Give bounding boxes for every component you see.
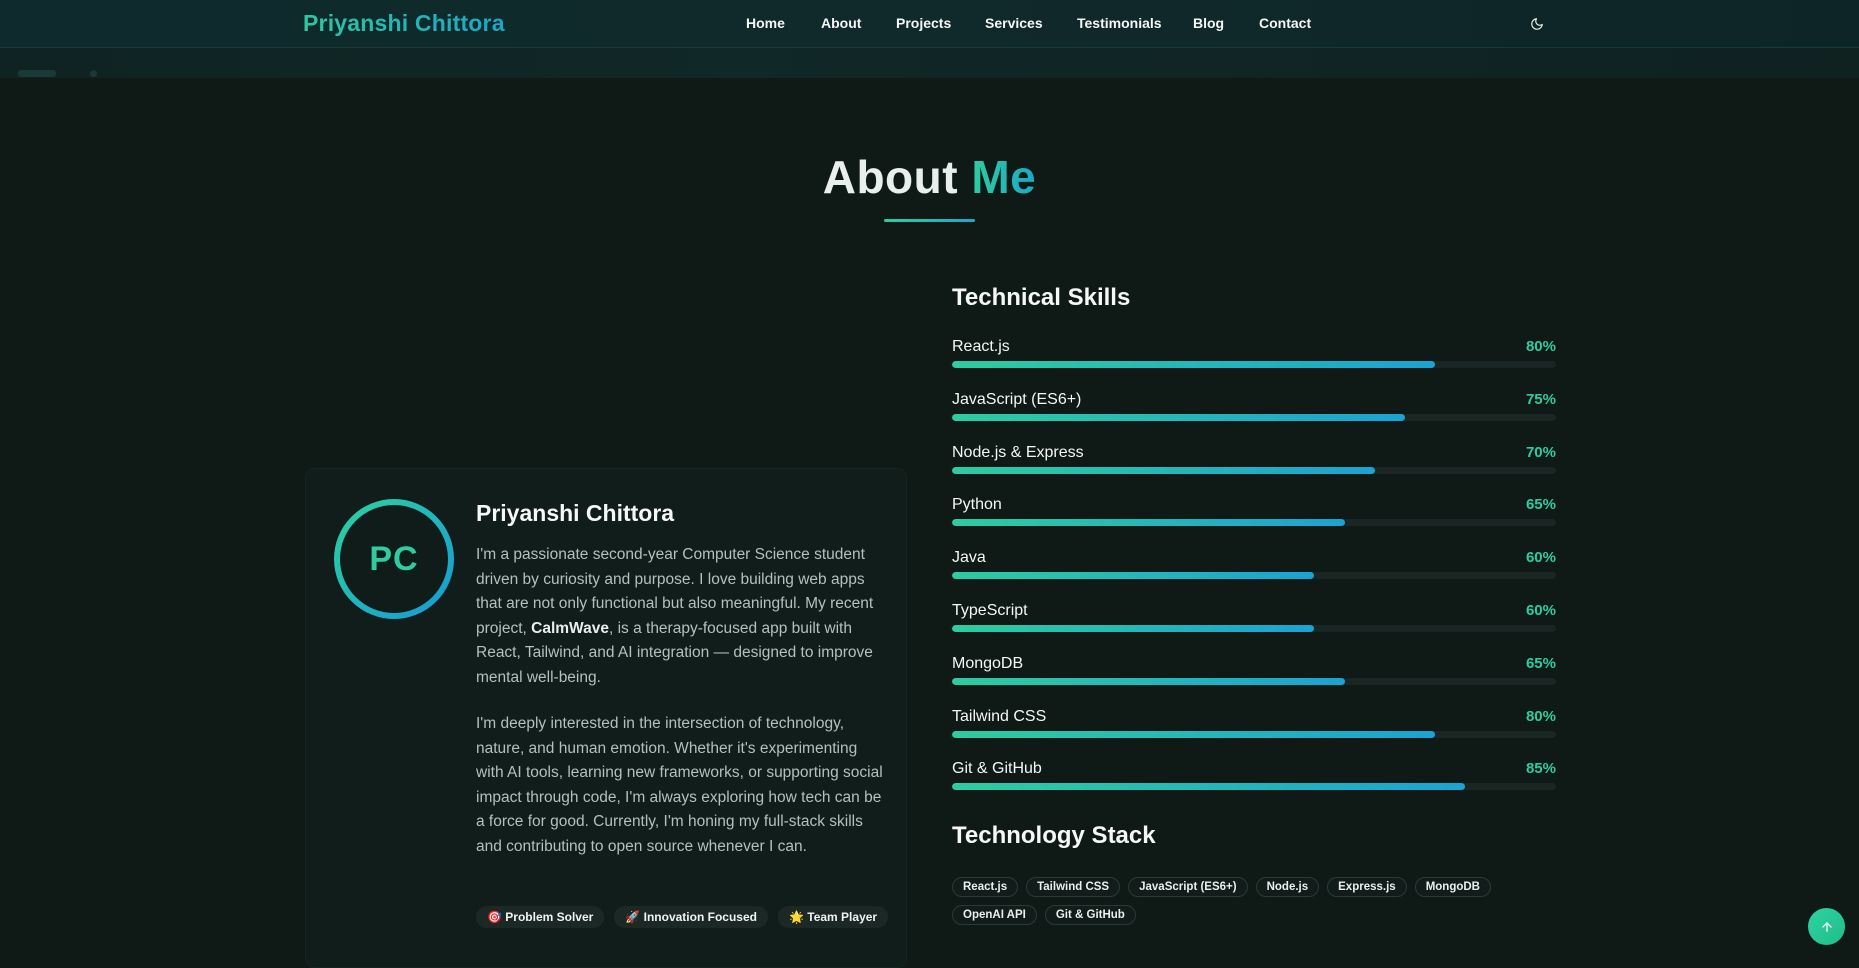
skill-percent: 80% [1525, 708, 1556, 725]
tech-tag: Tailwind CSS [1026, 877, 1121, 897]
skill-percent: 70% [1525, 444, 1556, 461]
skill-progress-fill [952, 519, 1345, 526]
bio-paragraph-2: I'm deeply interested in the intersectio… [476, 715, 883, 855]
skill-progress-track [952, 572, 1556, 579]
tech-tag: Express.js [1327, 877, 1407, 897]
skill-row: React.js 80% [952, 338, 1556, 378]
decoration [90, 70, 97, 77]
stack-tags: React.js Tailwind CSS JavaScript (ES6+) Nod… [952, 877, 1512, 925]
section-title: About Me [0, 150, 1859, 204]
project-name: CalmWave [531, 619, 609, 637]
skill-name: Java [952, 549, 986, 566]
skill-progress-fill [952, 678, 1345, 685]
nav-link-about[interactable]: About [821, 15, 861, 31]
skill-row: JavaScript (ES6+) 75% [952, 391, 1556, 431]
tech-tag: MongoDB [1414, 877, 1491, 897]
decoration [18, 70, 56, 77]
skill-progress-track [952, 678, 1556, 685]
skill-percent: 65% [1525, 496, 1556, 513]
star-icon: 🌟 [788, 910, 804, 924]
skill-progress-fill [952, 625, 1315, 632]
avatar-initials: PC [369, 539, 419, 578]
skill-percent: 65% [1525, 655, 1556, 672]
moon-icon [1531, 18, 1543, 30]
skill-name: Tailwind CSS [952, 708, 1047, 725]
skill-percent: 85% [1525, 760, 1556, 777]
section-title-accent: Me [971, 151, 1037, 203]
bio-paragraph-1: I'm a passionate second-year Computer Sc… [476, 543, 886, 690]
skill-percent: 80% [1525, 338, 1556, 355]
tech-tag: OpenAI API [952, 905, 1037, 925]
skill-progress-fill [952, 731, 1436, 738]
skill-name: React.js [952, 338, 1010, 355]
skill-row: Python 65% [952, 496, 1556, 536]
skill-percent: 75% [1525, 391, 1556, 408]
skill-percent: 60% [1525, 602, 1556, 619]
trait-label: Problem Solver [505, 910, 594, 924]
skill-progress-track [952, 361, 1556, 368]
skill-name: Git & GitHub [952, 760, 1042, 777]
tech-tag: Node.js [1255, 877, 1320, 897]
trait-badge: 🚀 Innovation Focused [614, 906, 768, 928]
tech-tag: React.js [952, 877, 1019, 897]
skill-progress-fill [952, 783, 1466, 790]
skill-progress-track [952, 519, 1556, 526]
theme-toggle-button[interactable] [1526, 13, 1548, 35]
header-banner-strip [0, 48, 1859, 78]
skill-progress-track [952, 731, 1556, 738]
nav-link-blog[interactable]: Blog [1193, 15, 1224, 31]
skill-name: Python [952, 496, 1002, 513]
nav-link-projects[interactable]: Projects [896, 15, 951, 31]
skill-progress-fill [952, 467, 1375, 474]
section-title-main: About [822, 151, 959, 203]
tech-tag: Git & GitHub [1044, 905, 1136, 925]
skill-progress-fill [952, 414, 1405, 421]
skill-row: TypeScript 60% [952, 602, 1556, 642]
nav-link-home[interactable]: Home [746, 15, 785, 31]
skill-name: JavaScript (ES6+) [952, 391, 1082, 408]
nav-link-contact[interactable]: Contact [1259, 15, 1311, 31]
trait-badge: 🌟 Team Player [777, 906, 889, 928]
trait-badges: 🎯 Problem Solver 🚀 Innovation Focused 🌟 … [476, 906, 889, 928]
skill-progress-fill [952, 361, 1436, 368]
skill-name: Node.js & Express [952, 444, 1084, 461]
skill-row: Node.js & Express 70% [952, 444, 1556, 484]
skills-heading: Technical Skills [952, 284, 1131, 311]
nav-link-testimonials[interactable]: Testimonials [1077, 15, 1162, 31]
skill-progress-track [952, 414, 1556, 421]
avatar: PC [334, 499, 454, 619]
skill-row: MongoDB 65% [952, 655, 1556, 695]
skill-percent: 60% [1525, 549, 1556, 566]
skill-row: Git & GitHub 85% [952, 760, 1556, 800]
rocket-icon: 🚀 [625, 910, 641, 924]
skill-row: Tailwind CSS 80% [952, 708, 1556, 748]
nav-links: Home About Projects Services Testimonial… [0, 15, 1859, 35]
nav-link-services[interactable]: Services [985, 15, 1043, 31]
tech-tag: JavaScript (ES6+) [1128, 877, 1248, 897]
target-icon: 🎯 [487, 910, 502, 924]
skill-progress-fill [952, 572, 1315, 579]
skill-name: MongoDB [952, 655, 1024, 672]
navbar: Priyanshi Chittora Home About Projects S… [0, 0, 1859, 48]
scroll-top-button[interactable] [1808, 908, 1845, 945]
skill-row: Java 60% [952, 549, 1556, 589]
trait-label: Team Player [807, 910, 878, 924]
avatar-inner: PC [340, 505, 448, 613]
title-underline [884, 219, 975, 222]
trait-label: Innovation Focused [643, 910, 757, 924]
trait-badge: 🎯 Problem Solver [476, 906, 605, 928]
skill-progress-track [952, 783, 1556, 790]
skill-progress-track [952, 625, 1556, 632]
stack-heading: Technology Stack [952, 822, 1156, 849]
profile-name: Priyanshi Chittora [476, 500, 675, 526]
skill-progress-track [952, 467, 1556, 474]
skill-name: TypeScript [952, 602, 1028, 619]
arrow-up-icon [1821, 921, 1832, 932]
